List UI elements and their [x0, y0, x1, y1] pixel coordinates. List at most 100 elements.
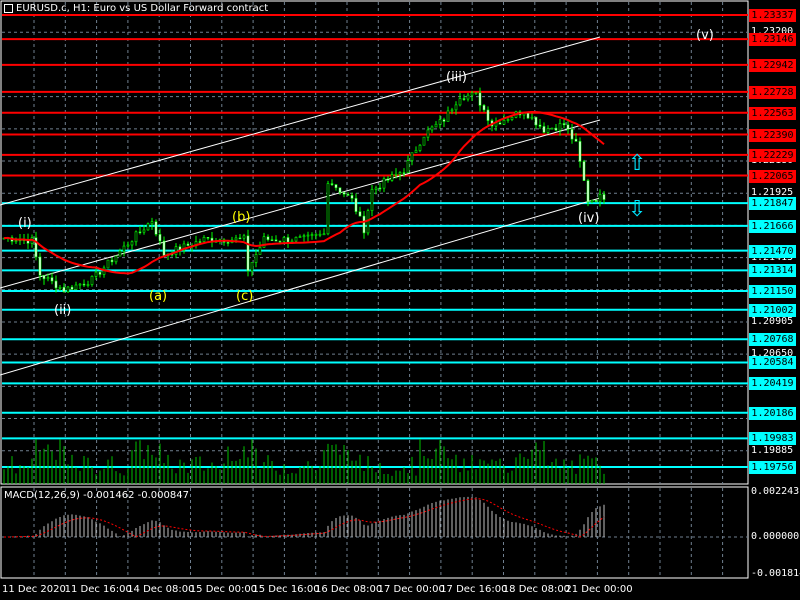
chart-title: EURUSD.c, H1: Euro vs US Dollar Forward …	[4, 3, 268, 14]
candle-body	[338, 187, 342, 193]
candle-body	[502, 120, 506, 125]
candle-body	[138, 231, 142, 234]
candle-body	[366, 210, 370, 234]
candle-body	[406, 160, 410, 174]
candle-body	[582, 161, 586, 181]
candle-body	[322, 233, 326, 236]
candle-body	[90, 276, 94, 285]
wave-label-v: (v)	[696, 28, 714, 43]
candle-body	[590, 199, 594, 203]
resistance-level-price-label: 1.22728	[749, 85, 796, 99]
candle-body	[354, 198, 358, 212]
time-axis-label: 11 Dec 2020	[2, 584, 66, 595]
time-axis-label: 17 Dec 00:00	[377, 584, 445, 595]
time-axis-label: 21 Dec 00:00	[565, 584, 633, 595]
candle-body	[402, 172, 406, 174]
price-axis-label: 1.20905	[751, 315, 794, 327]
candle-body	[382, 178, 386, 189]
candle-body	[410, 152, 414, 161]
candle-body	[554, 127, 558, 131]
time-axis-label: 11 Dec 16:00	[64, 584, 132, 595]
resistance-level-price-label: 1.23146	[749, 33, 796, 47]
candle-body	[446, 110, 450, 122]
candle-body	[418, 144, 422, 151]
wave-label-b: (b)	[232, 210, 251, 225]
time-axis-label: 15 Dec 16:00	[252, 584, 320, 595]
candle-body	[578, 141, 582, 162]
candle-body	[266, 236, 270, 240]
candle-body	[530, 116, 534, 119]
candle-body	[150, 221, 154, 225]
candle-body	[558, 123, 562, 131]
candle-body	[174, 246, 178, 255]
time-axis-label: 16 Dec 08:00	[315, 584, 383, 595]
resistance-level-price-label: 1.22390	[749, 128, 796, 142]
candle-body	[454, 104, 458, 111]
candle-body	[350, 195, 354, 199]
candle-body	[478, 92, 482, 106]
candle-body	[70, 286, 74, 290]
candle-body	[362, 215, 366, 234]
resistance-level-price-label: 1.22229	[749, 148, 796, 162]
candle-body	[110, 259, 114, 263]
candle-body	[566, 124, 570, 130]
candle-body	[374, 187, 378, 190]
macd-signal-line	[3, 498, 605, 538]
candle-body	[126, 244, 130, 247]
candle-body	[258, 247, 262, 255]
candle-body	[98, 271, 102, 275]
main-frame	[0, 0, 749, 485]
candle-body	[306, 234, 310, 237]
candle-body	[58, 286, 62, 289]
candle-body	[450, 109, 454, 112]
candle-body	[94, 271, 98, 277]
candle-body	[526, 112, 530, 119]
candle-body	[62, 286, 66, 293]
candle-body	[370, 189, 374, 211]
candle-body	[474, 92, 478, 95]
candle-body	[42, 275, 46, 280]
candle-body	[466, 94, 470, 100]
price-axis-label: 1.19885	[751, 444, 794, 456]
macd-max-label: 0.002243	[751, 486, 800, 497]
candle-body	[346, 193, 350, 196]
candle-body	[586, 180, 590, 203]
candle-body	[386, 178, 390, 181]
candle-body	[542, 126, 546, 133]
candle-body	[546, 128, 550, 133]
candle-body	[154, 221, 158, 235]
support-level-price-label: 1.19983	[749, 432, 796, 446]
arrow-up-icon[interactable]: ⇧	[628, 153, 646, 175]
candle-body	[538, 124, 542, 127]
candle-body	[82, 283, 86, 286]
candle-body	[78, 283, 82, 286]
candle-body	[270, 239, 274, 241]
candle-body	[130, 241, 134, 246]
candle-body	[602, 194, 606, 200]
candle-body	[426, 129, 430, 138]
candle-body	[158, 234, 162, 242]
candle-body	[310, 234, 314, 236]
candle-body	[294, 236, 298, 242]
time-axis-label: 15 Dec 00:00	[189, 584, 258, 595]
candle-body	[462, 98, 466, 100]
candle-body	[238, 237, 242, 240]
candle-body	[278, 240, 282, 243]
candle-body	[134, 231, 138, 243]
candle-body	[342, 191, 346, 195]
candle-body	[114, 255, 118, 263]
candle-body	[274, 239, 278, 242]
wave-label-iii: (iii)	[446, 70, 467, 85]
support-level-price-label: 1.20584	[749, 356, 796, 370]
candle-body	[234, 237, 238, 241]
arrow-down-icon[interactable]: ⇩	[628, 199, 646, 221]
candle-body	[106, 259, 110, 269]
candle-body	[226, 242, 230, 244]
wave-label-iv: (iv)	[578, 211, 600, 226]
candle-body	[334, 184, 338, 189]
candle-body	[378, 187, 382, 190]
time-axis-label: 18 Dec 08:00	[502, 584, 571, 595]
wave-label-c: (c)	[236, 289, 254, 304]
candle-body	[66, 286, 70, 293]
chart-canvas[interactable]	[0, 0, 800, 600]
